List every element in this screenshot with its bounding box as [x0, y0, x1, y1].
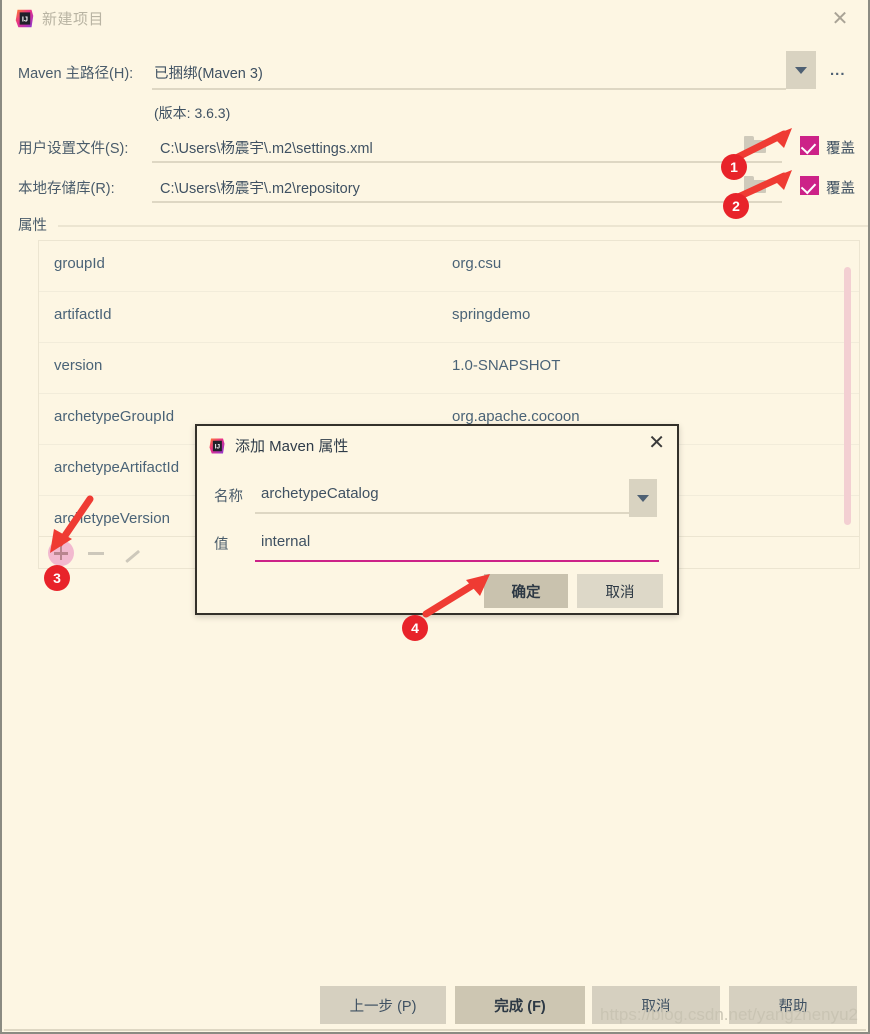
modal-cancel-button[interactable]: 取消: [577, 574, 663, 608]
window-title: 新建项目: [42, 11, 105, 28]
modal-ok-button[interactable]: 确定: [484, 574, 568, 608]
properties-section-rule: [58, 225, 868, 227]
svg-text:IJ: IJ: [215, 444, 221, 451]
finish-button[interactable]: 完成 (F): [455, 986, 585, 1024]
local-repo-folder-icon[interactable]: [744, 176, 766, 193]
modal-close-icon[interactable]: ✕: [648, 432, 665, 454]
user-settings-override-checkbox[interactable]: [800, 136, 819, 155]
intellij-idea-icon: IJ: [15, 9, 34, 28]
modal-intellij-idea-icon: IJ: [209, 438, 225, 454]
local-repo-override-checkbox[interactable]: [800, 176, 819, 195]
maven-home-dropdown-button[interactable]: [786, 51, 816, 89]
properties-scrollbar[interactable]: [844, 267, 851, 525]
footer-divider: [4, 1029, 866, 1031]
user-settings-folder-icon[interactable]: [744, 136, 766, 153]
property-value: springdemo: [452, 306, 531, 323]
annotation-badge-2: 2: [723, 193, 749, 219]
user-settings-underline: [152, 161, 782, 163]
property-key: artifactId: [54, 306, 112, 323]
property-key: archetypeGroupId: [54, 408, 175, 425]
add-maven-property-dialog: IJ 添加 Maven 属性 ✕ 名称 archetypeCatalog 值 i…: [195, 424, 679, 615]
modal-value-underline: [255, 560, 659, 562]
watermark: https://blog.csdn.net/yangzhenyu2: [600, 1005, 859, 1024]
annotation-badge-4: 4: [402, 615, 428, 641]
property-key: version: [54, 357, 103, 374]
minus-icon[interactable]: [84, 540, 110, 566]
local-repo-label: 本地存储库(R):: [18, 181, 115, 197]
property-value: org.csu: [452, 255, 502, 272]
pencil-icon[interactable]: [120, 540, 146, 566]
modal-name-value[interactable]: archetypeCatalog: [261, 485, 379, 502]
modal-value-label: 值: [214, 537, 229, 553]
previous-button[interactable]: 上一步 (P): [320, 986, 446, 1024]
annotation-badge-3: 3: [44, 565, 70, 591]
modal-value-value[interactable]: internal: [261, 533, 310, 550]
plus-icon[interactable]: [48, 540, 74, 566]
svg-text:IJ: IJ: [22, 15, 28, 24]
property-key: archetypeArtifactId: [54, 459, 180, 476]
property-key: archetypeVersion: [54, 510, 170, 527]
property-value: org.apache.cocoon: [452, 408, 580, 425]
table-row[interactable]: groupId org.csu: [39, 241, 859, 292]
maven-home-label: Maven 主路径(H):: [18, 66, 134, 82]
maven-home-value[interactable]: 已捆绑(Maven 3): [154, 62, 263, 83]
new-project-maven-dialog: IJ 新建项目 ✕ Maven 主路径(H): 已捆绑(Maven 3) ...…: [0, 0, 870, 1034]
user-settings-value[interactable]: C:\Users\杨震宇\.m2\settings.xml: [160, 137, 373, 158]
local-repo-underline: [152, 201, 782, 203]
annotation-badge-1: 1: [721, 154, 747, 180]
property-value: 1.0-SNAPSHOT: [452, 357, 561, 374]
user-settings-label: 用户设置文件(S):: [18, 141, 129, 157]
modal-title: 添加 Maven 属性: [235, 438, 349, 455]
modal-name-underline: [255, 512, 629, 514]
local-repo-value[interactable]: C:\Users\杨震宇\.m2\repository: [160, 177, 360, 198]
property-key: groupId: [54, 255, 105, 272]
modal-name-label: 名称: [214, 489, 243, 505]
properties-section-label: 属性: [18, 218, 47, 234]
local-repo-override-label: 覆盖: [826, 181, 855, 197]
window-titlebar: IJ 新建项目 ✕: [2, 0, 868, 36]
maven-home-underline: [152, 88, 786, 90]
close-icon[interactable]: ✕: [828, 7, 852, 31]
modal-name-dropdown-button[interactable]: [629, 479, 657, 517]
table-row[interactable]: artifactId springdemo: [39, 292, 859, 343]
user-settings-override-label: 覆盖: [826, 141, 855, 157]
maven-version-note: (版本: 3.6.3): [154, 105, 231, 121]
table-row[interactable]: version 1.0-SNAPSHOT: [39, 343, 859, 394]
maven-home-browse-button[interactable]: ...: [830, 62, 846, 79]
